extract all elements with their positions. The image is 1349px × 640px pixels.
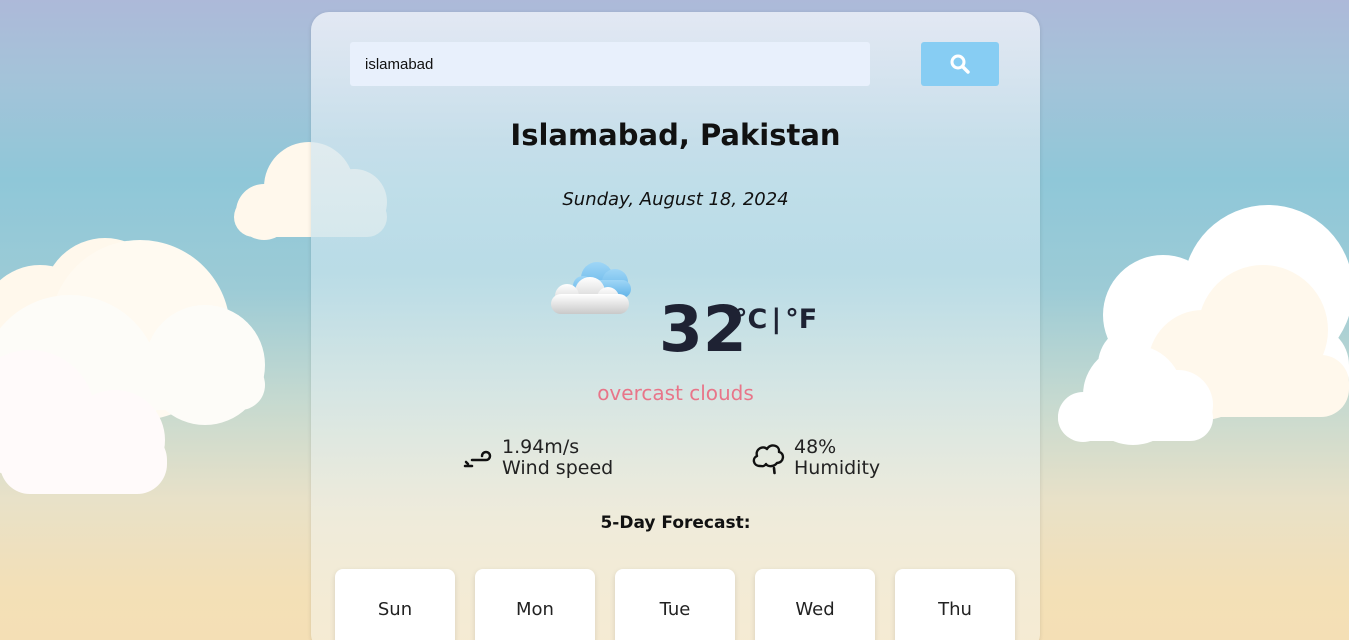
celsius-toggle[interactable]: °C xyxy=(734,304,767,335)
unit-separator: | xyxy=(771,304,782,335)
forecast-day-card[interactable]: Sun xyxy=(335,569,455,640)
forecast-day-card[interactable]: Mon xyxy=(475,569,595,640)
background-cloud-right xyxy=(1058,205,1349,445)
weather-card: Islamabad, Pakistan Sunday, August 18, 2… xyxy=(311,12,1040,640)
forecast-title: 5-Day Forecast: xyxy=(600,513,751,533)
city-search-input[interactable] xyxy=(350,42,870,86)
forecast-day-label: Wed xyxy=(795,599,835,620)
humidity-label: Humidity xyxy=(794,457,881,479)
forecast-day-label: Mon xyxy=(516,599,554,620)
forecast-day-label: Thu xyxy=(938,599,972,620)
temperature-unit-toggle: °C | °F xyxy=(734,304,817,335)
location-title: Islamabad, Pakistan xyxy=(510,118,841,152)
forecast-day-label: Sun xyxy=(377,599,413,620)
forecast-day-card[interactable]: Tue xyxy=(615,569,735,640)
wind-speed-label: Wind speed xyxy=(502,457,614,479)
search-icon xyxy=(950,54,970,74)
humidity-value: 48% xyxy=(794,436,837,458)
forecast-day-card[interactable]: Wed xyxy=(755,569,875,640)
overcast-cloud-icon xyxy=(551,262,631,314)
weather-condition: overcast clouds xyxy=(597,381,754,405)
background-cloud-left xyxy=(0,238,265,494)
forecast-day-label: Tue xyxy=(659,599,691,620)
fahrenheit-toggle[interactable]: °F xyxy=(785,304,817,335)
forecast-day-card[interactable]: Thu xyxy=(895,569,1015,640)
wind-icon xyxy=(463,450,492,468)
forecast-list: Sun Mon Tue Wed Thu xyxy=(335,569,1017,640)
search-button[interactable] xyxy=(921,42,999,86)
humidity-stat: 48% Humidity xyxy=(750,437,880,479)
current-date: Sunday, August 18, 2024 xyxy=(562,189,789,210)
wind-speed-stat: 1.94m/s Wind speed xyxy=(462,437,613,479)
humidity-icon xyxy=(752,444,785,475)
wind-speed-value: 1.94m/s xyxy=(502,436,580,458)
